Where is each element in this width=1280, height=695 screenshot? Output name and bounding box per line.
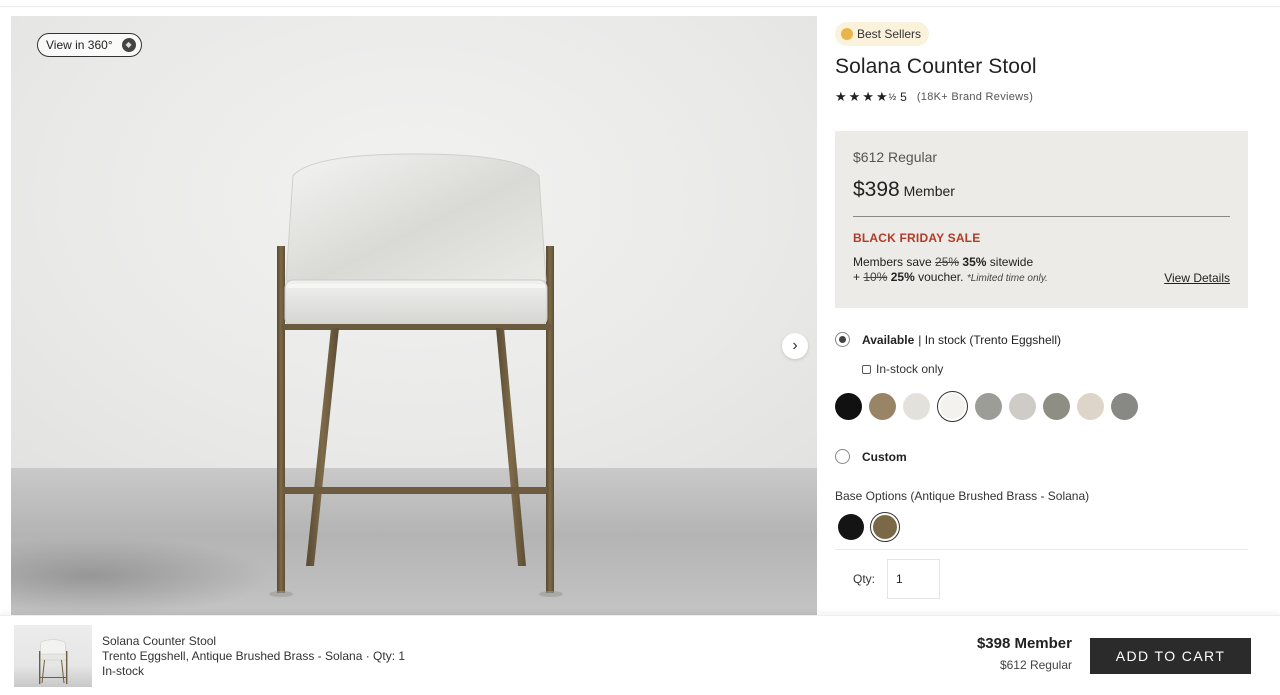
- fabric-swatches: [835, 391, 1145, 422]
- instock-only-label: In-stock only: [876, 362, 944, 376]
- panel-divider: [835, 549, 1248, 550]
- sticky-product-name: Solana Counter Stool: [102, 634, 217, 648]
- fabric-swatch-2[interactable]: [869, 393, 896, 420]
- voucher-suffix: voucher.: [918, 270, 964, 284]
- cube-360-icon: ◆: [121, 38, 136, 52]
- qty-label: Qty:: [853, 572, 876, 586]
- product-image-stool: [269, 153, 563, 597]
- fabric-swatch-6[interactable]: [1009, 393, 1036, 420]
- fabric-swatch-7[interactable]: [1043, 393, 1070, 420]
- medal-icon: [841, 28, 853, 40]
- price-divider: [853, 216, 1230, 217]
- add-to-cart-button[interactable]: ADD TO CART: [1090, 638, 1251, 674]
- fabric-swatch-4[interactable]: [937, 391, 968, 422]
- base-options-label: Base Options (Antique Brushed Brass - So…: [835, 489, 1090, 503]
- save-suffix: sitewide: [989, 255, 1034, 269]
- instock-only-checkbox[interactable]: [862, 364, 871, 374]
- save-prefix: Members save: [853, 255, 932, 269]
- option-custom[interactable]: Custom: [835, 449, 907, 464]
- option-available[interactable]: Available | In stock (Trento Eggshell): [835, 332, 1061, 347]
- voucher-old-percent: 10%: [863, 270, 888, 284]
- view-360-label: View in 360°: [46, 38, 113, 52]
- product-thumbnail[interactable]: [14, 625, 92, 687]
- best-sellers-badge: Best Sellers: [835, 22, 930, 46]
- available-status: | In stock (Trento Eggshell): [918, 332, 1061, 347]
- member-price: $398 Member: [853, 178, 1230, 202]
- instock-only-filter[interactable]: In-stock only: [862, 362, 943, 376]
- voucher-new-percent: 25%: [890, 270, 915, 284]
- sticky-member-price: $398 Member: [976, 635, 1072, 652]
- gallery-next-button[interactable]: ›: [782, 333, 808, 359]
- quantity-row: Qty: 1: [853, 559, 941, 599]
- sticky-product-info: Solana Counter Stool Trento Eggshell, An…: [102, 634, 405, 679]
- regular-price: $612 Regular: [853, 149, 938, 165]
- sale-details: Members save 25% 35% sitewide + 10% 25% …: [853, 255, 1230, 286]
- available-radio[interactable]: [835, 332, 850, 347]
- fabric-swatch-1[interactable]: [835, 393, 862, 420]
- member-price-label: Member: [903, 183, 955, 199]
- badge-label: Best Sellers: [857, 27, 922, 41]
- base-swatches: [838, 512, 906, 542]
- price-box: $612 Regular $398 Member BLACK FRIDAY SA…: [835, 131, 1248, 308]
- voucher-prefix: +: [853, 270, 861, 284]
- fabric-swatch-3[interactable]: [903, 393, 930, 420]
- save-old-percent: 25%: [935, 255, 960, 269]
- product-title: Solana Counter Stool: [835, 55, 1037, 78]
- base-swatch-2[interactable]: [870, 512, 900, 542]
- half-star-icon: ½: [888, 92, 899, 102]
- fabric-swatch-9[interactable]: [1111, 393, 1138, 420]
- save-new-percent: 35%: [962, 255, 987, 269]
- rating-value: 5: [900, 90, 907, 104]
- base-swatch-1[interactable]: [838, 514, 864, 540]
- sticky-product-details: Trento Eggshell, Antique Brushed Brass -…: [102, 649, 406, 663]
- sticky-regular-price: $612 Regular: [999, 658, 1072, 672]
- member-price-amount: $398: [853, 178, 900, 201]
- product-rating[interactable]: ★★★★ ½ 5 (18K+ Brand Reviews): [835, 89, 1248, 105]
- view-360-button[interactable]: View in 360° ◆: [37, 33, 142, 57]
- chevron-right-icon: ›: [792, 337, 798, 354]
- product-detail-panel: Best Sellers Solana Counter Stool ★★★★ ½…: [835, 22, 1248, 599]
- header-divider: [0, 6, 1280, 7]
- sale-title: BLACK FRIDAY SALE: [853, 231, 981, 245]
- custom-label: Custom: [862, 449, 907, 464]
- available-label: Available: [862, 332, 915, 347]
- custom-radio[interactable]: [835, 449, 850, 464]
- thumbnail-stool-image: [38, 639, 68, 684]
- fabric-swatch-8[interactable]: [1077, 393, 1104, 420]
- sticky-cart-bar: Solana Counter Stool Trento Eggshell, An…: [0, 615, 1280, 695]
- reviews-link[interactable]: (18K+ Brand Reviews): [917, 91, 1033, 103]
- sticky-stock-status: In-stock: [102, 664, 145, 678]
- product-gallery[interactable]: View in 360° ◆ ›: [11, 16, 817, 616]
- sticky-price: $398 Member $612 Regular: [977, 635, 1072, 672]
- view-details-link[interactable]: View Details: [1164, 271, 1230, 286]
- star-rating-icon: ★★★★: [835, 89, 890, 104]
- fabric-swatch-5[interactable]: [975, 393, 1002, 420]
- quantity-input[interactable]: 1: [887, 559, 941, 599]
- limited-time-note: *Limited time only.: [966, 273, 1048, 284]
